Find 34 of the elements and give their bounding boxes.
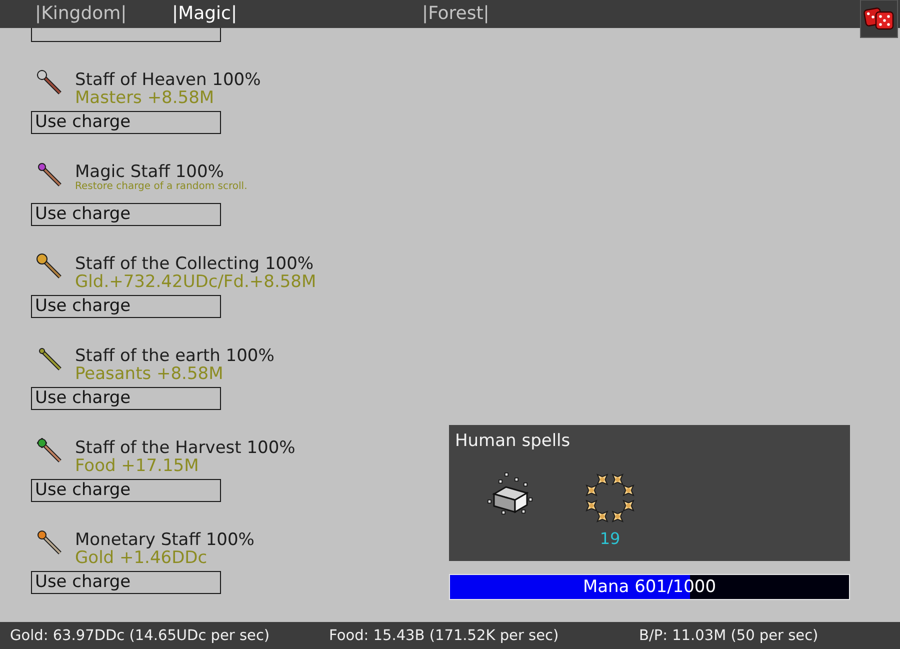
tab[interactable]: |Forest| — [422, 3, 490, 25]
staff-name: Staff of the earth 100% — [75, 347, 274, 365]
staff-effect: Food +17.15M — [75, 457, 199, 475]
staff-effect: Masters +8.58M — [75, 89, 214, 107]
status-text: B/P: 11.03M (50 per sec) — [639, 626, 818, 644]
tab[interactable]: |Kingdom| — [35, 3, 127, 25]
staff-effect: Gld.+732.42UDc/Fd.+8.58M — [75, 273, 316, 291]
staff-icon — [36, 253, 62, 279]
staff-icon — [36, 161, 62, 187]
use-charge-button[interactable]: Use charge — [31, 571, 221, 594]
staff-icon — [36, 345, 62, 371]
use-charge-button[interactable]: Use charge — [31, 203, 221, 226]
staff-effect: Peasants +8.58M — [75, 365, 224, 383]
dice-icon[interactable] — [860, 0, 898, 38]
staff-icon — [36, 529, 62, 555]
staff-icon — [36, 437, 62, 463]
staff-name: Magic Staff 100% — [75, 163, 224, 181]
staff-name: Monetary Staff 100% — [75, 531, 254, 549]
staff-name: Staff of the Collecting 100% — [75, 255, 314, 273]
use-charge-button[interactable]: Use charge — [31, 295, 221, 318]
use-charge-button[interactable]: Use charge — [31, 111, 221, 134]
staff-effect: Gold +1.46DDc — [75, 549, 208, 567]
cut-off-button[interactable] — [31, 28, 221, 42]
panel-title: Human spells — [455, 430, 570, 452]
status-text: Food: 15.43B (171.52K per sec) — [329, 626, 559, 644]
staff-effect: Restore charge of a random scroll. — [75, 181, 248, 192]
staff-name: Staff of Heaven 100% — [75, 71, 261, 89]
staff-icon — [36, 69, 62, 95]
staff-name: Staff of the Harvest 100% — [75, 439, 296, 457]
tab[interactable]: |Magic| — [172, 3, 238, 25]
use-charge-button[interactable]: Use charge — [31, 387, 221, 410]
spell-count: 19 — [600, 530, 620, 548]
status-text: Gold: 63.97DDc (14.65UDc per sec) — [10, 626, 270, 644]
use-charge-button[interactable]: Use charge — [31, 479, 221, 502]
